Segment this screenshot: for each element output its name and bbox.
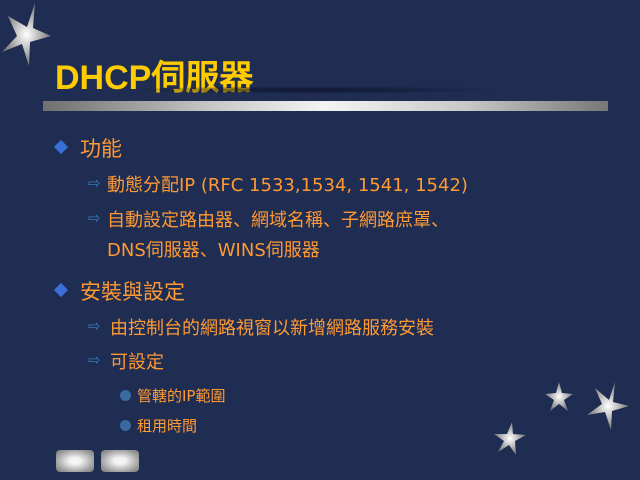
sub-list-item: 租用時間 [137,417,198,435]
star-decoration-icon [2,3,51,66]
list-item-continuation: DNS伺服器、WINS伺服器 [107,240,320,261]
sub-list-item: 管轄的IP範圍 [137,387,226,405]
section-heading: 功能 [80,137,122,161]
arrow-bullet-icon: ⇨ [88,317,101,335]
section-heading: 安裝與設定 [80,280,185,304]
diamond-bullet-icon [53,139,69,155]
list-item: 動態分配IP (RFC 1533,1534, 1541, 1542) [107,175,468,196]
dot-bullet-icon [120,390,131,401]
list-item: 由控制台的網路視窗以新增網路服務安裝 [110,318,434,339]
dot-bullet-icon [120,420,131,431]
list-item: 可設定 [110,352,164,373]
arrow-bullet-icon: ⇨ [88,174,101,192]
list-item: 自動設定路由器、網域名稱、子網路庶罩、 [107,210,449,231]
title-shadow [120,86,500,94]
next-slide-button[interactable] [101,450,139,472]
arrow-bullet-icon: ⇨ [88,209,101,227]
diamond-bullet-icon [53,282,69,298]
star-decoration-icon [494,422,526,455]
title-divider [43,101,608,111]
star-decoration-icon [545,382,573,411]
arrow-bullet-icon: ⇨ [88,351,101,369]
previous-slide-button[interactable] [56,450,94,472]
star-decoration-icon [587,382,629,430]
